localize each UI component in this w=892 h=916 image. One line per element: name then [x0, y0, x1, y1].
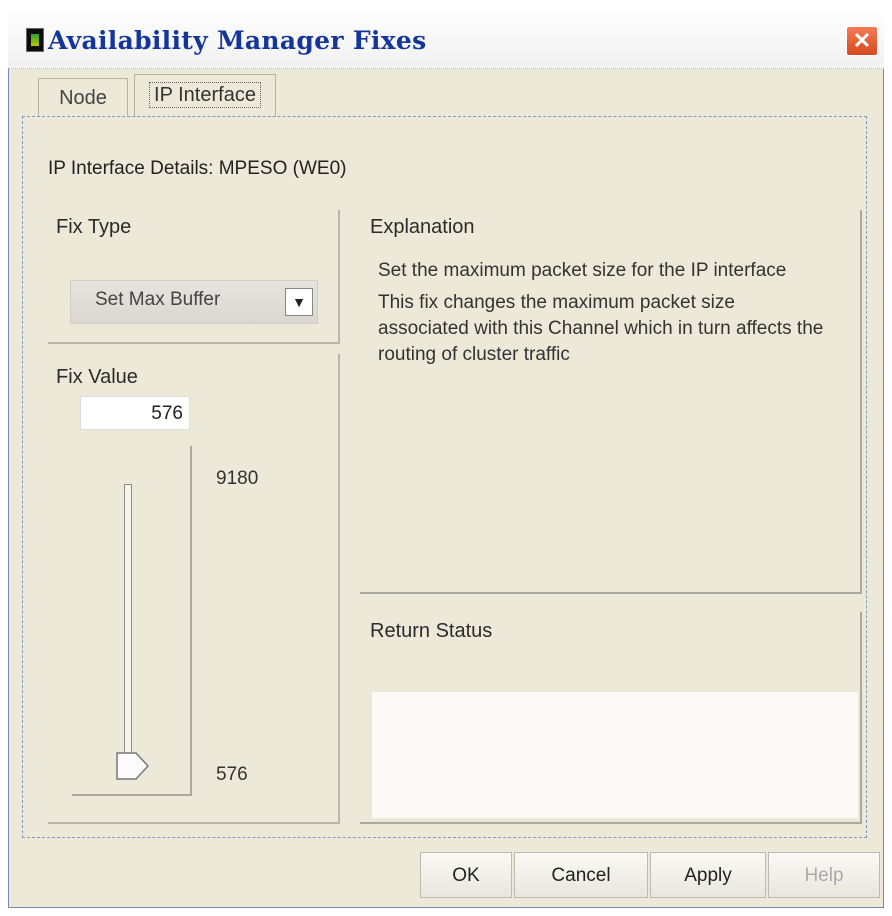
tab-ip-interface-label: IP Interface [149, 82, 261, 108]
cancel-button[interactable]: Cancel [514, 852, 648, 898]
ok-button[interactable]: OK [420, 852, 512, 898]
slider-min-label: 576 [216, 764, 248, 785]
fix-value-slider-track[interactable] [124, 484, 132, 770]
tab-node[interactable]: Node [38, 78, 128, 116]
explanation-text: Set the maximum packet size for the IP i… [378, 258, 828, 374]
chevron-down-icon[interactable]: ▼ [285, 288, 313, 316]
return-status-text [372, 692, 858, 818]
help-button[interactable]: Help [768, 852, 880, 898]
app-icon [26, 28, 44, 52]
fix-type-select[interactable]: Set Max Buffer ▼ [70, 280, 318, 324]
window-title: Availability Manager Fixes [48, 26, 427, 55]
title-bar[interactable]: Availability Manager Fixes ✕ [8, 8, 884, 69]
fix-value-slider-area [72, 446, 192, 796]
fix-value-title: Fix Value [56, 366, 138, 388]
interface-details: IP Interface Details: MPESO (WE0) [48, 158, 347, 179]
fix-value-input[interactable]: 576 [80, 396, 190, 430]
explanation-title: Explanation [370, 216, 475, 238]
slider-max-label: 9180 [216, 468, 259, 489]
explanation-summary: Set the maximum packet size for the IP i… [378, 260, 787, 281]
close-button[interactable]: ✕ [846, 26, 878, 56]
fix-value-slider-thumb[interactable] [116, 752, 150, 780]
tab-ip-interface[interactable]: IP Interface [134, 74, 276, 116]
fix-type-title: Fix Type [56, 216, 132, 238]
return-status-title: Return Status [370, 620, 493, 642]
apply-button[interactable]: Apply [650, 852, 766, 898]
fix-type-value: Set Max Buffer [95, 289, 221, 310]
explanation-detail: This fix changes the maximum packet size… [378, 292, 824, 365]
